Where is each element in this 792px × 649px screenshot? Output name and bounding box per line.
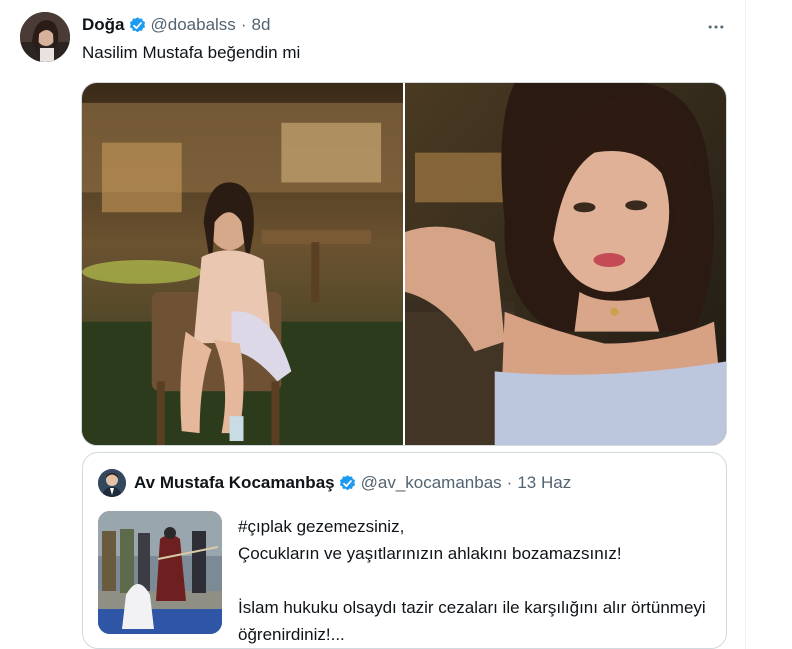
quoted-author-avatar[interactable] [98,469,126,497]
quoted-tweet-card[interactable]: Av Mustafa Kocamanbaş @av_kocamanbas · 1… [82,452,727,649]
separator-dot: · [240,15,247,34]
quoted-author-name[interactable]: Av Mustafa Kocamanbaş [134,473,335,493]
author-name[interactable]: Doğa [82,15,125,35]
quoted-tweet-timestamp[interactable]: 13 Haz [517,473,571,493]
separator-dot: · [506,473,513,492]
author-avatar[interactable] [20,12,70,62]
quoted-tweet-text: #çıplak gezemezsiniz, Çocukların ve yaşı… [238,517,706,644]
more-options-icon[interactable] [703,14,729,40]
quoted-tweet-header: Av Mustafa Kocamanbaş @av_kocamanbas · 1… [134,473,571,493]
photo-woman-sitting-cafe-icon [82,83,403,445]
tweet-timestamp[interactable]: 8d [251,15,270,35]
quoted-author-handle[interactable]: @av_kocamanbas [361,473,502,493]
author-handle[interactable]: @doabalss [151,15,236,35]
tweet-header: Doğa @doabalss · 8d [82,15,270,35]
media-photo-1[interactable] [82,83,403,445]
verified-badge-icon [338,474,357,493]
verified-badge-icon [128,16,147,35]
quoted-media-thumbnail[interactable] [98,511,222,634]
photo-public-punishment-icon [98,511,222,634]
tweet-media-grid [81,82,727,446]
tweet-text: Nasilim Mustafa beğendin mi [82,43,301,62]
photo-woman-selfie-icon [405,83,726,445]
media-photo-2[interactable] [405,83,726,445]
